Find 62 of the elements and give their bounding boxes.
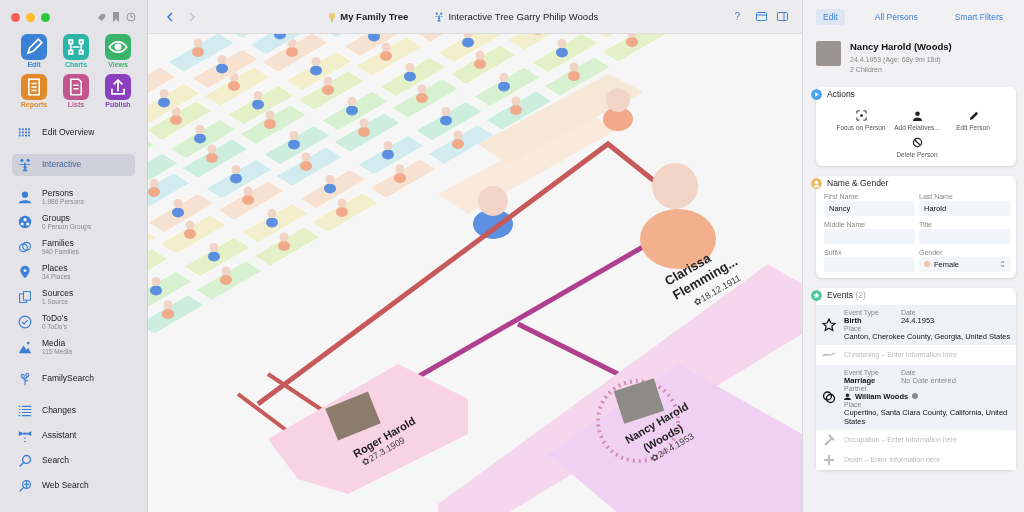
person-avatar-icon (473, 186, 513, 239)
person-icon (18, 190, 32, 204)
focus-icon (855, 109, 867, 121)
section-title: Events (2) (827, 290, 866, 301)
group-icon (18, 215, 32, 229)
sidebar-item[interactable]: Changes (12, 400, 135, 422)
window-zoom-button[interactable] (41, 12, 50, 22)
section-title: Actions (827, 89, 855, 100)
hammer-icon (822, 432, 836, 447)
pencil-icon (967, 109, 979, 121)
person-add-icon (911, 109, 923, 121)
help-button[interactable]: ? (728, 10, 746, 23)
tab[interactable]: Smart Filters (947, 8, 1010, 25)
sidebar-item[interactable]: Web Search (12, 475, 135, 497)
tree-icon (18, 372, 32, 386)
back-button[interactable] (164, 9, 176, 24)
chart-icon[interactable] (63, 34, 89, 60)
window-icon[interactable] (756, 12, 767, 21)
prohibited-icon (911, 136, 923, 148)
tree-icon (18, 158, 32, 172)
plus-icon (822, 452, 836, 467)
sidebar-item[interactable]: Interactive (12, 154, 135, 176)
upload-icon[interactable] (105, 74, 131, 100)
bowtie-icon (18, 429, 32, 443)
report-icon[interactable] (21, 74, 47, 100)
list-icon[interactable] (63, 74, 89, 100)
mountain-icon (18, 340, 32, 354)
pin-icon (18, 265, 32, 279)
sidebar-item[interactable]: Search (12, 450, 135, 472)
pencil-icon[interactable] (21, 34, 47, 60)
sidebar-toggle-icon[interactable] (777, 12, 788, 21)
eye-icon[interactable] (105, 34, 131, 60)
sidebar-item[interactable]: Assistant (12, 425, 135, 447)
documents-icon (18, 290, 32, 304)
list-icon (18, 404, 32, 418)
info-icon[interactable] (912, 393, 919, 400)
photo-placeholder (816, 41, 841, 66)
section-title: Name & Gender (827, 178, 889, 189)
window-close-button[interactable] (11, 12, 20, 22)
tag-icon[interactable] (97, 12, 106, 22)
sidebar-item[interactable]: FamilySearch (12, 368, 135, 390)
bookmark-icon[interactable] (112, 12, 120, 22)
person-avatar-icon (603, 88, 633, 131)
web-search-icon (18, 479, 32, 493)
tree-icon (434, 11, 445, 22)
person-card[interactable] (478, 74, 643, 164)
star-icon (822, 317, 836, 332)
person-name: Nancy Harold (Woods) (850, 41, 952, 52)
person-card[interactable] (548, 364, 802, 512)
tab[interactable]: All Persons (867, 8, 925, 25)
rings-icon (822, 390, 836, 405)
stepper-icon (1000, 260, 1005, 269)
rings-icon (18, 240, 32, 254)
clock-icon[interactable] (126, 12, 136, 22)
tree-icon (328, 11, 337, 22)
breadcrumb[interactable]: Interactive Tree Garry Philip Woods (428, 10, 605, 23)
sidebar-item[interactable]: Edit Overview (12, 122, 135, 144)
breadcrumb[interactable]: My Family Tree (322, 10, 415, 23)
person-icon (844, 392, 851, 400)
search-icon (18, 454, 32, 468)
window-minimize-button[interactable] (26, 12, 35, 22)
checkmark-icon (18, 315, 32, 329)
